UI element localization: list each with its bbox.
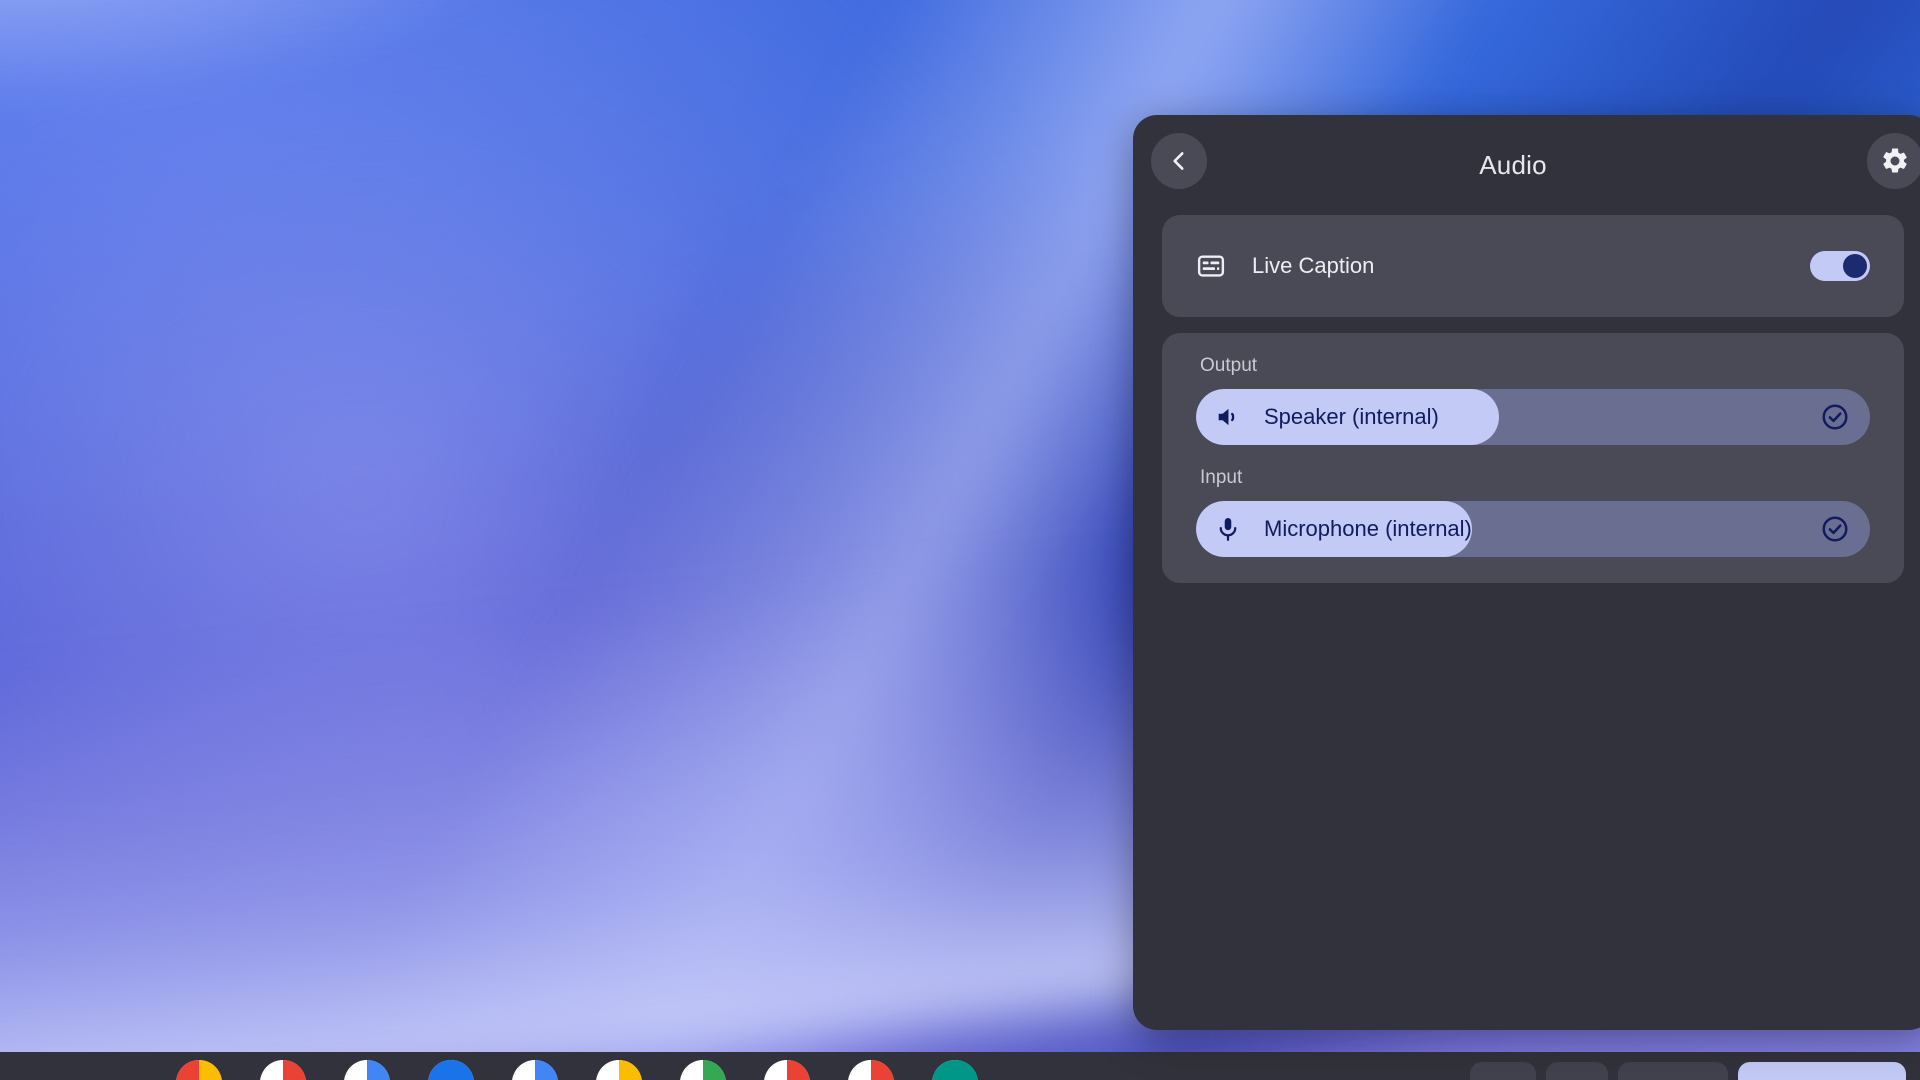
- input-device-row[interactable]: Microphone (internal): [1196, 501, 1870, 557]
- gear-icon: [1883, 148, 1907, 173]
- output-section-label: Output: [1200, 355, 1258, 376]
- output-device-label: Speaker (internal): [1264, 404, 1439, 429]
- settings-button[interactable]: [1867, 133, 1920, 189]
- page-title: Audio: [1479, 149, 1547, 180]
- closed-caption-icon: [1197, 255, 1225, 277]
- shelf-status-area[interactable]: [1470, 1062, 1906, 1080]
- icon-quadrant: [619, 1060, 642, 1080]
- check-circle-icon: [1822, 404, 1848, 430]
- gmail-app-icon[interactable]: [260, 1060, 306, 1080]
- icon-quadrant: [764, 1060, 787, 1080]
- icon-quadrant: [451, 1060, 474, 1080]
- google-keep-app-icon[interactable]: [596, 1060, 642, 1080]
- icon-quadrant: [512, 1060, 535, 1080]
- input-section-label: Input: [1200, 467, 1243, 488]
- icon-quadrant: [787, 1060, 810, 1080]
- chromeos-shelf[interactable]: [0, 1052, 1920, 1080]
- live-caption-toggle[interactable]: [1810, 251, 1870, 281]
- output-device-row[interactable]: Speaker (internal): [1196, 389, 1870, 445]
- chrome-app-icon[interactable]: [176, 1060, 222, 1080]
- live-caption-label: Live Caption: [1252, 253, 1375, 278]
- status-tile-two[interactable]: [1618, 1062, 1728, 1080]
- speaker-icon: [1218, 408, 1235, 426]
- google-drive-app-icon[interactable]: [428, 1060, 474, 1080]
- output-slider-content: Speaker (internal): [1196, 389, 1870, 445]
- icon-quadrant: [535, 1060, 558, 1080]
- profile-avatar-tile[interactable]: [1470, 1062, 1536, 1080]
- icon-quadrant: [932, 1060, 955, 1080]
- icon-quadrant: [596, 1060, 619, 1080]
- icon-quadrant: [848, 1060, 871, 1080]
- input-volume-slider[interactable]: Microphone (internal): [1196, 501, 1870, 557]
- audio-quick-settings-panel: Audio Live Caption Output Speaker (inter…: [1133, 115, 1920, 1030]
- live-caption-row[interactable]: Live Caption: [1162, 215, 1904, 317]
- icon-quadrant: [955, 1060, 978, 1080]
- panel-header: Audio: [1133, 115, 1920, 215]
- input-slider-content: Microphone (internal): [1196, 501, 1870, 557]
- icon-quadrant: [428, 1060, 451, 1080]
- output-volume-slider[interactable]: Speaker (internal): [1196, 389, 1870, 445]
- youtube-app-icon[interactable]: [764, 1060, 810, 1080]
- status-tile-one[interactable]: [1546, 1062, 1608, 1080]
- icon-quadrant: [367, 1060, 390, 1080]
- google-play-app-icon[interactable]: [848, 1060, 894, 1080]
- input-device-label: Microphone (internal): [1264, 516, 1472, 541]
- calculator-app-icon[interactable]: [932, 1060, 978, 1080]
- check-circle-icon: [1822, 516, 1848, 542]
- shelf-app-list: [176, 1060, 978, 1080]
- icon-quadrant: [344, 1060, 367, 1080]
- toggle-knob: [1843, 254, 1867, 278]
- icon-quadrant: [680, 1060, 703, 1080]
- quick-settings-tile[interactable]: [1738, 1062, 1906, 1080]
- google-docs-app-icon[interactable]: [344, 1060, 390, 1080]
- icon-quadrant: [703, 1060, 726, 1080]
- microphone-icon: [1219, 518, 1237, 541]
- icon-quadrant: [176, 1060, 199, 1080]
- audio-devices-card: Output Speaker (internal) Input Micropho…: [1162, 333, 1904, 583]
- icon-quadrant: [871, 1060, 894, 1080]
- google-meet-app-icon[interactable]: [512, 1060, 558, 1080]
- icon-quadrant: [283, 1060, 306, 1080]
- icon-quadrant: [199, 1060, 222, 1080]
- google-sheets-app-icon[interactable]: [680, 1060, 726, 1080]
- icon-quadrant: [260, 1060, 283, 1080]
